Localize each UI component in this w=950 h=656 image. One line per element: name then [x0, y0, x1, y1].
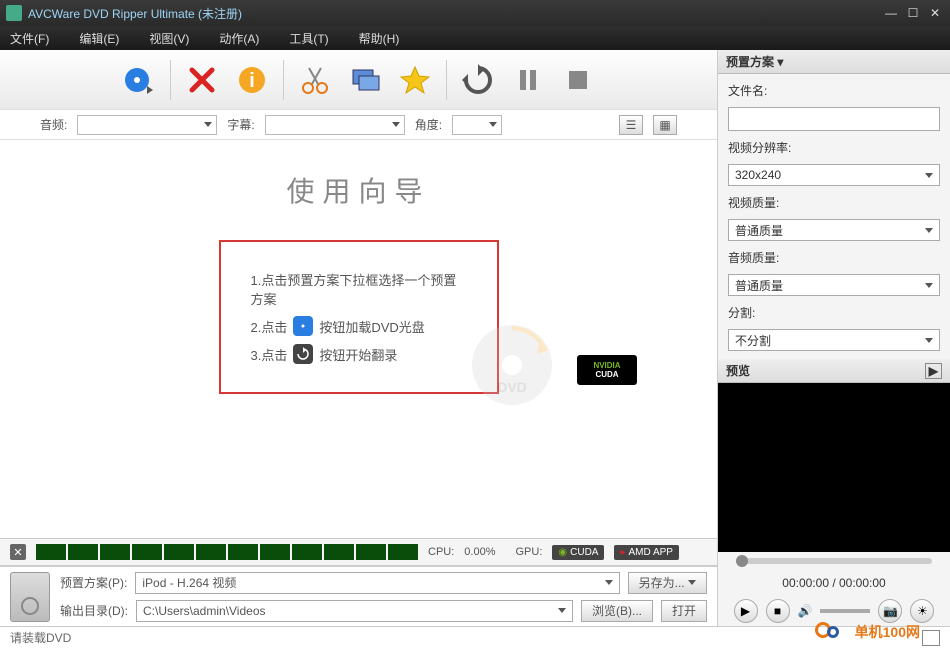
- pause-button[interactable]: [509, 61, 547, 99]
- cpubar-close-button[interactable]: ✕: [10, 544, 26, 560]
- divider: [170, 60, 171, 100]
- cuda-gpu-badge: ◉CUDA: [552, 545, 604, 560]
- minimize-button[interactable]: —: [882, 6, 900, 20]
- load-dvd-button[interactable]: [120, 61, 158, 99]
- aquality-label: 音频质量:: [728, 249, 940, 266]
- titlebar: AVCWare DVD Ripper Ultimate (未注册) — ☐ ✕: [0, 0, 950, 26]
- menu-help[interactable]: 帮助(H): [359, 30, 400, 47]
- snapshot-settings-button[interactable]: ☀: [910, 599, 934, 623]
- cuda-badge: NVIDIA CUDA: [577, 355, 637, 385]
- wizard-step-1: 1.点击预置方案下拉框选择一个预置方案: [251, 270, 467, 308]
- preview-area: [718, 383, 950, 552]
- audio-combo[interactable]: [77, 115, 217, 135]
- menu-view[interactable]: 视图(V): [149, 30, 189, 47]
- subtitle-label: 字幕:: [227, 116, 254, 133]
- maximize-button[interactable]: ☐: [904, 6, 922, 20]
- resolution-combo[interactable]: 320x240: [728, 164, 940, 186]
- menubar: 文件(F) 编辑(E) 视图(V) 动作(A) 工具(T) 帮助(H): [0, 26, 950, 50]
- cpu-label: CPU:: [428, 546, 454, 558]
- content-area: 使用向导 1.点击预置方案下拉框选择一个预置方案 2.点击 按钮加载DVD光盘 …: [0, 140, 717, 538]
- merge-button[interactable]: [346, 61, 384, 99]
- preset-label: 预置方案(P):: [60, 574, 127, 591]
- ipod-icon: [10, 572, 50, 622]
- window-title: AVCWare DVD Ripper Ultimate (未注册): [28, 5, 878, 22]
- toolbar: i: [0, 50, 717, 110]
- volume-slider[interactable]: [820, 609, 870, 613]
- convert-icon: [293, 344, 313, 364]
- preset-panel-header[interactable]: 预置方案 ▾: [718, 50, 950, 74]
- svg-text:i: i: [249, 70, 255, 92]
- fullscreen-button[interactable]: ▶: [925, 363, 942, 379]
- open-button[interactable]: 打开: [661, 600, 707, 622]
- filename-field[interactable]: [728, 107, 940, 131]
- info-button[interactable]: i: [233, 61, 271, 99]
- vquality-label: 视频质量:: [728, 194, 940, 211]
- svg-text:DVD: DVD: [497, 379, 527, 395]
- watermark: 单机100网: [815, 622, 920, 642]
- cpu-segments: [36, 544, 418, 560]
- status-text: 请装载DVD: [10, 629, 71, 646]
- audio-label: 音频:: [40, 116, 67, 133]
- list-view-button[interactable]: ☰: [619, 115, 643, 135]
- output-label: 输出目录(D):: [60, 602, 128, 619]
- cpu-value: 0.00%: [464, 546, 495, 558]
- filename-label: 文件名:: [728, 82, 940, 99]
- grid-view-button[interactable]: ▦: [653, 115, 677, 135]
- split-combo[interactable]: 不分割: [728, 329, 940, 351]
- gpu-label: GPU:: [515, 546, 542, 558]
- preview-panel-header: 预览 ▶: [718, 359, 950, 383]
- amd-gpu-badge: ▸AMD APP: [614, 545, 679, 560]
- dvd-bg-icon: DVD: [467, 320, 557, 410]
- convert-button[interactable]: [459, 61, 497, 99]
- wizard-title: 使用向导: [286, 170, 430, 210]
- time-display: 00:00:00 / 00:00:00: [718, 570, 950, 596]
- statusbar: 请装载DVD: [0, 626, 950, 648]
- angle-label: 角度:: [415, 116, 442, 133]
- preset-area: 预置方案(P): iPod - H.264 视频 另存为... 输出目录(D):…: [0, 566, 717, 626]
- cpubar: ✕ CPU: 0.00% GPU: ◉CUDA ▸AMD APP: [0, 538, 717, 566]
- wizard-box: 1.点击预置方案下拉框选择一个预置方案 2.点击 按钮加载DVD光盘 3.点击 …: [219, 240, 499, 394]
- stop-player-button[interactable]: ■: [766, 599, 790, 623]
- split-label: 分割:: [728, 304, 940, 321]
- delete-button[interactable]: [183, 61, 221, 99]
- menu-tools[interactable]: 工具(T): [289, 30, 328, 47]
- seek-slider[interactable]: [736, 558, 932, 564]
- close-button[interactable]: ✕: [926, 6, 944, 20]
- right-panel: 预置方案 ▾ 文件名: 视频分辨率: 320x240 视频质量: 普通质量 音频…: [718, 50, 950, 626]
- output-field[interactable]: C:\Users\admin\Videos: [136, 600, 573, 622]
- app-icon: [6, 5, 22, 21]
- play-button[interactable]: ▶: [734, 599, 758, 623]
- vquality-combo[interactable]: 普通质量: [728, 219, 940, 241]
- favorite-button[interactable]: [396, 61, 434, 99]
- wizard-step-3: 3.点击 按钮开始翻录: [251, 344, 467, 364]
- menu-edit[interactable]: 编辑(E): [79, 30, 119, 47]
- disc-icon: [293, 316, 313, 336]
- browse-button[interactable]: 浏览(B)...: [581, 600, 653, 622]
- divider: [446, 60, 447, 100]
- preset-combo[interactable]: iPod - H.264 视频: [135, 572, 619, 594]
- saveas-button[interactable]: 另存为...: [628, 572, 707, 594]
- cut-button[interactable]: [296, 61, 334, 99]
- menu-action[interactable]: 动作(A): [219, 30, 259, 47]
- divider: [283, 60, 284, 100]
- wizard-step-2: 2.点击 按钮加载DVD光盘: [251, 316, 467, 336]
- snapshot-button[interactable]: 📷: [878, 599, 902, 623]
- subtitle-combo[interactable]: [265, 115, 405, 135]
- status-icon[interactable]: [922, 630, 940, 646]
- angle-combo[interactable]: [452, 115, 502, 135]
- stop-button[interactable]: [559, 61, 597, 99]
- aquality-combo[interactable]: 普通质量: [728, 274, 940, 296]
- volume-icon[interactable]: 🔊: [798, 604, 813, 618]
- filterbar: 音频: 字幕: 角度: ☰ ▦: [0, 110, 717, 140]
- menu-file[interactable]: 文件(F): [10, 30, 49, 47]
- resolution-label: 视频分辨率:: [728, 139, 940, 156]
